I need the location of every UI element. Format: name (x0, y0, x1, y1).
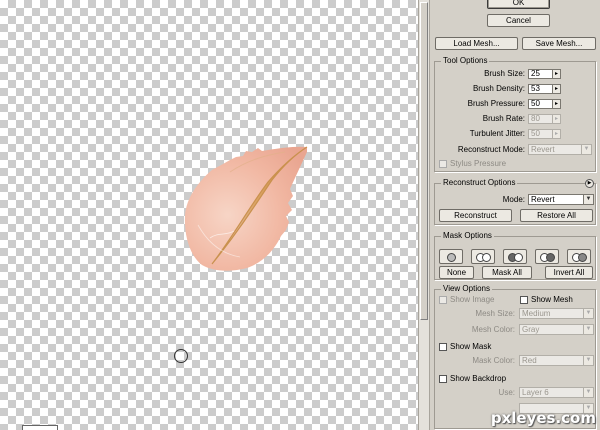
vertical-scrollbar[interactable] (418, 0, 430, 430)
reconstruct-options-title: Reconstruct Options (441, 178, 518, 188)
reconstruct-mode-select: Revert ▼ (528, 144, 592, 155)
brush-pressure-input[interactable]: 50 (528, 99, 553, 109)
save-mesh-button[interactable]: Save Mesh... (522, 37, 596, 50)
reconstruct-options-group: Reconstruct Options ▶ Mode: Revert ▼ Reco… (434, 178, 596, 225)
brush-rate-label: Brush Rate: (482, 114, 525, 123)
feather-petal-image (184, 146, 308, 271)
mask-none-button[interactable]: None (439, 266, 474, 279)
view-options-group: View Options Show Image Show Mesh Mesh S… (434, 284, 596, 429)
view-options-title: View Options (441, 284, 492, 294)
ok-button[interactable]: OK (487, 0, 550, 9)
show-image-checkbox (439, 296, 447, 304)
chevron-down-icon: ▼ (581, 145, 591, 154)
brush-rate-arrow: ▸ (552, 114, 561, 124)
tool-options-title: Tool Options (441, 56, 490, 66)
watermark-logo: pxleyes.com (490, 409, 596, 427)
brush-size-input[interactable]: 25 (528, 69, 553, 79)
subtract-from-selection-icon[interactable] (503, 249, 527, 264)
brush-density-label: Brush Density: (472, 84, 525, 93)
image-preview-canvas[interactable] (0, 0, 418, 430)
invert-selection-icon[interactable] (567, 249, 591, 264)
mode-label: Mode: (502, 195, 525, 204)
reconstruct-mode-label: Reconstruct Mode: (457, 145, 525, 154)
brush-rate-input: 80 (528, 114, 553, 124)
turbulent-jitter-arrow: ▸ (552, 129, 561, 139)
chevron-down-icon: ▼ (583, 356, 593, 365)
show-mesh-label: Show Mesh (531, 295, 573, 304)
show-backdrop-checkbox[interactable] (439, 375, 447, 383)
mask-color-label: Mask Color: (472, 356, 515, 365)
restore-all-button[interactable]: Restore All (520, 209, 593, 222)
liquify-options-panel: OK Cancel Load Mesh... Save Mesh... Tool… (430, 0, 600, 430)
stylus-pressure-checkbox (439, 160, 447, 168)
chevron-down-icon: ▼ (583, 325, 593, 334)
brush-pressure-arrow[interactable]: ▸ (552, 99, 561, 109)
brush-density-input[interactable]: 53 (528, 84, 553, 94)
mesh-color-label: Mesh Color: (471, 325, 515, 334)
show-backdrop-label: Show Backdrop (450, 374, 507, 383)
replace-selection-icon[interactable] (439, 249, 463, 264)
mask-options-title: Mask Options (441, 231, 494, 241)
invert-all-button[interactable]: Invert All (545, 266, 593, 279)
brush-density-arrow[interactable]: ▸ (552, 84, 561, 94)
mesh-color-value: Gray (522, 325, 540, 334)
use-layer-value: Layer 6 (522, 388, 549, 397)
use-layer-select: Layer 6 ▼ (519, 387, 594, 398)
brush-size-arrow[interactable]: ▸ (552, 69, 561, 79)
intersect-selection-icon[interactable] (535, 249, 559, 264)
mesh-size-label: Mesh Size: (475, 309, 515, 318)
turbulent-jitter-label: Turbulent Jitter: (469, 129, 525, 138)
options-menu-icon[interactable]: ▶ (585, 179, 594, 188)
mode-select[interactable]: Revert ▼ (528, 194, 594, 205)
cancel-button[interactable]: Cancel (487, 14, 550, 27)
chevron-down-icon: ▼ (583, 195, 593, 204)
mode-value: Revert (531, 195, 555, 204)
mesh-size-select: Medium ▼ (519, 308, 594, 319)
mesh-size-value: Medium (522, 309, 551, 318)
show-mask-checkbox[interactable] (439, 343, 447, 351)
mesh-color-select: Gray ▼ (519, 324, 594, 335)
add-to-selection-icon[interactable] (471, 249, 495, 264)
chevron-down-icon: ▼ (583, 388, 593, 397)
show-image-label: Show Image (450, 295, 495, 304)
reconstruct-mode-value: Revert (531, 145, 555, 154)
show-mesh-checkbox[interactable] (520, 296, 528, 304)
brush-size-label: Brush Size: (484, 69, 525, 78)
show-mask-label: Show Mask (450, 342, 492, 351)
mask-all-button[interactable]: Mask All (482, 266, 532, 279)
status-field (22, 425, 58, 430)
use-label: Use: (498, 388, 515, 397)
tool-options-group: Tool Options Brush Size: 25 ▸ Brush Dens… (434, 56, 596, 172)
load-mesh-button[interactable]: Load Mesh... (435, 37, 518, 50)
mask-color-select: Red ▼ (519, 355, 594, 366)
reconstruct-button[interactable]: Reconstruct (439, 209, 512, 222)
chevron-down-icon: ▼ (583, 309, 593, 318)
brush-cursor-icon (174, 349, 188, 363)
mask-color-value: Red (522, 356, 537, 365)
stylus-pressure-label: Stylus Pressure (450, 159, 507, 168)
turbulent-jitter-input: 50 (528, 129, 553, 139)
mask-options-group: Mask Options None Mask All Invert All (434, 231, 596, 280)
brush-pressure-label: Brush Pressure: (467, 99, 525, 108)
scrollbar-thumb[interactable] (420, 2, 428, 320)
